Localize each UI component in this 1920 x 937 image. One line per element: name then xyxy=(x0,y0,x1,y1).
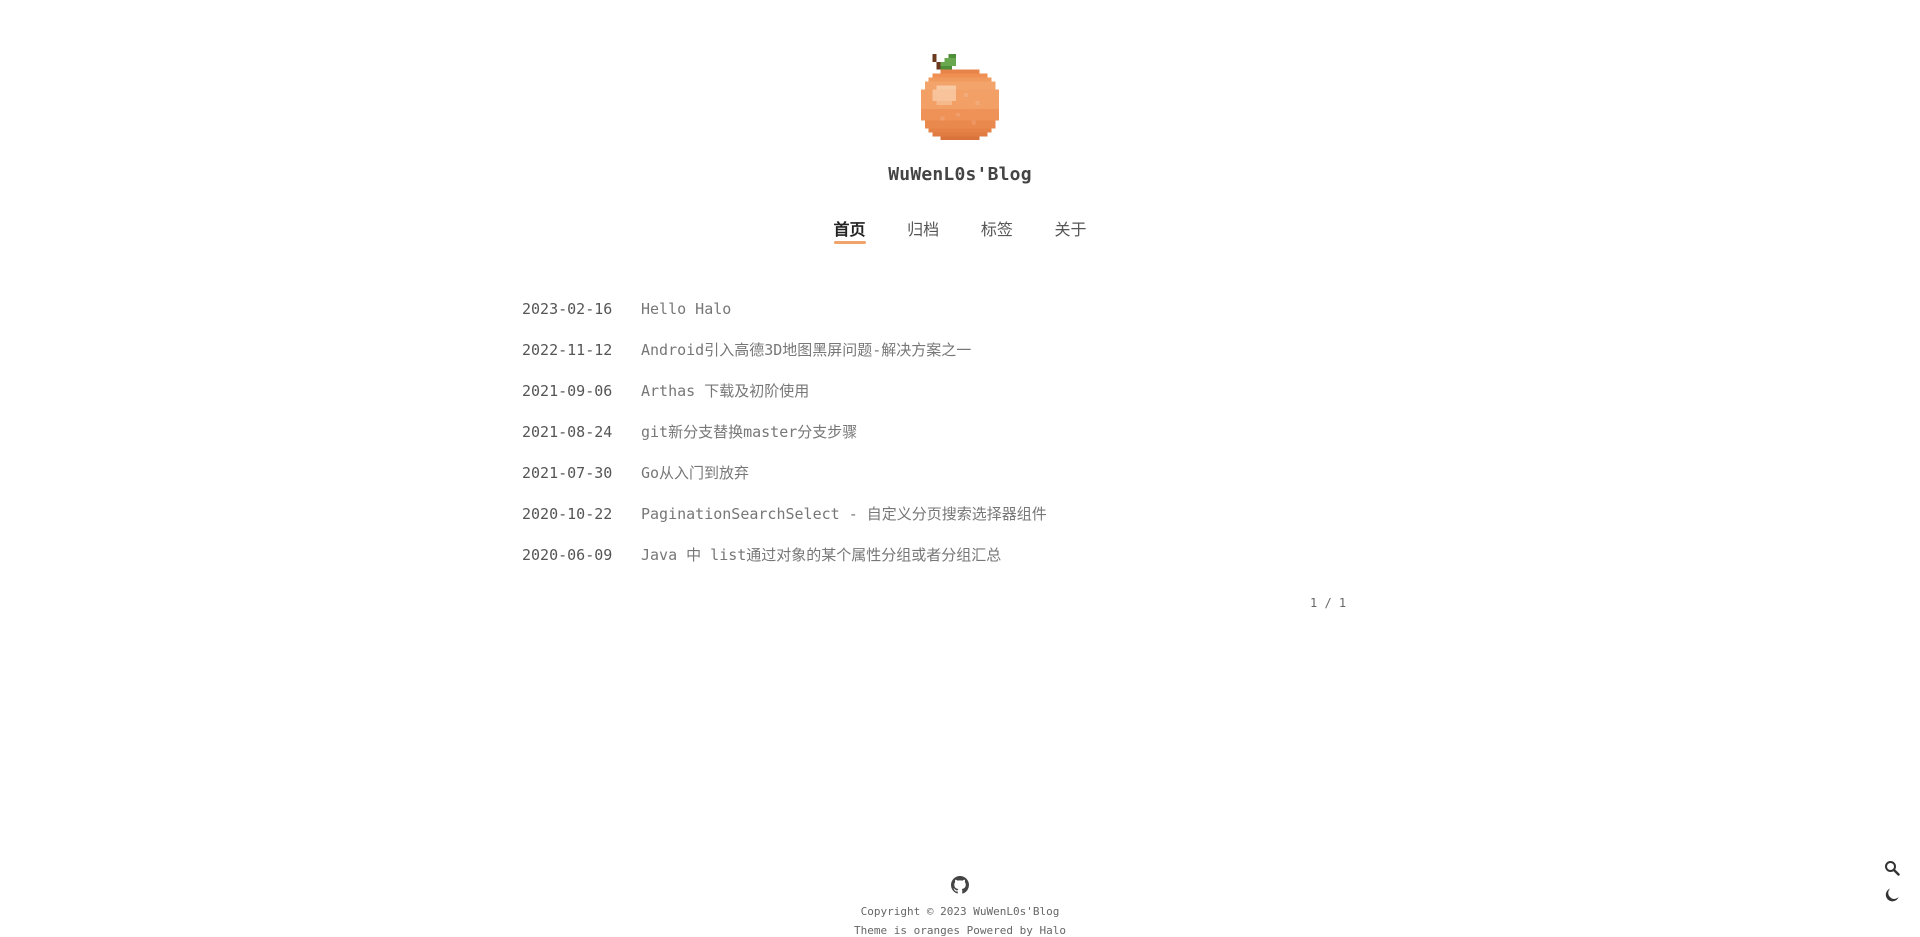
list-item: 2020-06-09 Java 中 list通过对象的某个属性分组或者分组汇总 xyxy=(522,534,1348,575)
site-title[interactable]: WuWenL0s'Blog xyxy=(888,164,1031,185)
post-date: 2020-10-22 xyxy=(522,504,613,523)
page: WuWenL0s'Blog 首页 归档 标签 关于 2023-02-16 Hel… xyxy=(0,0,1920,937)
post-date: 2021-08-24 xyxy=(522,422,613,441)
floating-tools xyxy=(1884,860,1904,914)
moon-icon[interactable] xyxy=(1884,887,1900,903)
main-nav: 首页 归档 标签 关于 xyxy=(0,216,1920,244)
list-item: 2020-10-22 PaginationSearchSelect - 自定义分… xyxy=(522,493,1348,534)
post-date: 2023-02-16 xyxy=(522,299,613,318)
list-item: 2023-02-16 Hello Halo xyxy=(522,288,1348,329)
list-item: 2021-09-06 Arthas 下载及初阶使用 xyxy=(522,370,1348,411)
nav-item-tags[interactable]: 标签 xyxy=(981,216,1013,244)
theme-credit-text: Theme is oranges Powered by Halo xyxy=(854,924,1066,937)
post-date: 2021-09-06 xyxy=(522,381,613,400)
post-title-link[interactable]: Java 中 list通过对象的某个属性分组或者分组汇总 xyxy=(641,544,1001,565)
post-title-link[interactable]: Hello Halo xyxy=(641,300,731,318)
orange-logo-icon[interactable] xyxy=(916,54,1004,148)
post-date: 2022-11-12 xyxy=(522,340,613,359)
post-title-link[interactable]: Go从入门到放弃 xyxy=(641,462,749,483)
list-item: 2021-08-24 git新分支替换master分支步骤 xyxy=(522,411,1348,452)
post-list: 2023-02-16 Hello Halo 2022-11-12 Android… xyxy=(522,288,1348,575)
site-footer: Copyright © 2023 WuWenL0s'Blog Theme is … xyxy=(0,876,1920,937)
list-item: 2021-07-30 Go从入门到放弃 xyxy=(522,452,1348,493)
post-date: 2021-07-30 xyxy=(522,463,613,482)
pagination-indicator: 1 / 1 xyxy=(1310,596,1347,610)
github-icon[interactable] xyxy=(951,876,969,894)
post-title-link[interactable]: Android引入高德3D地图黑屏问题-解决方案之一 xyxy=(641,339,971,360)
post-title-link[interactable]: Arthas 下载及初阶使用 xyxy=(641,380,809,401)
nav-item-about[interactable]: 关于 xyxy=(1054,216,1086,244)
post-title-link[interactable]: git新分支替换master分支步骤 xyxy=(641,421,857,442)
nav-item-archive[interactable]: 归档 xyxy=(907,216,939,244)
search-icon[interactable] xyxy=(1884,860,1900,876)
post-title-link[interactable]: PaginationSearchSelect - 自定义分页搜索选择器组件 xyxy=(641,503,1047,524)
site-header: WuWenL0s'Blog xyxy=(0,54,1920,185)
list-item: 2022-11-12 Android引入高德3D地图黑屏问题-解决方案之一 xyxy=(522,329,1348,370)
nav-item-home[interactable]: 首页 xyxy=(833,216,866,244)
post-date: 2020-06-09 xyxy=(522,545,613,564)
copyright-text: Copyright © 2023 WuWenL0s'Blog xyxy=(860,905,1060,918)
